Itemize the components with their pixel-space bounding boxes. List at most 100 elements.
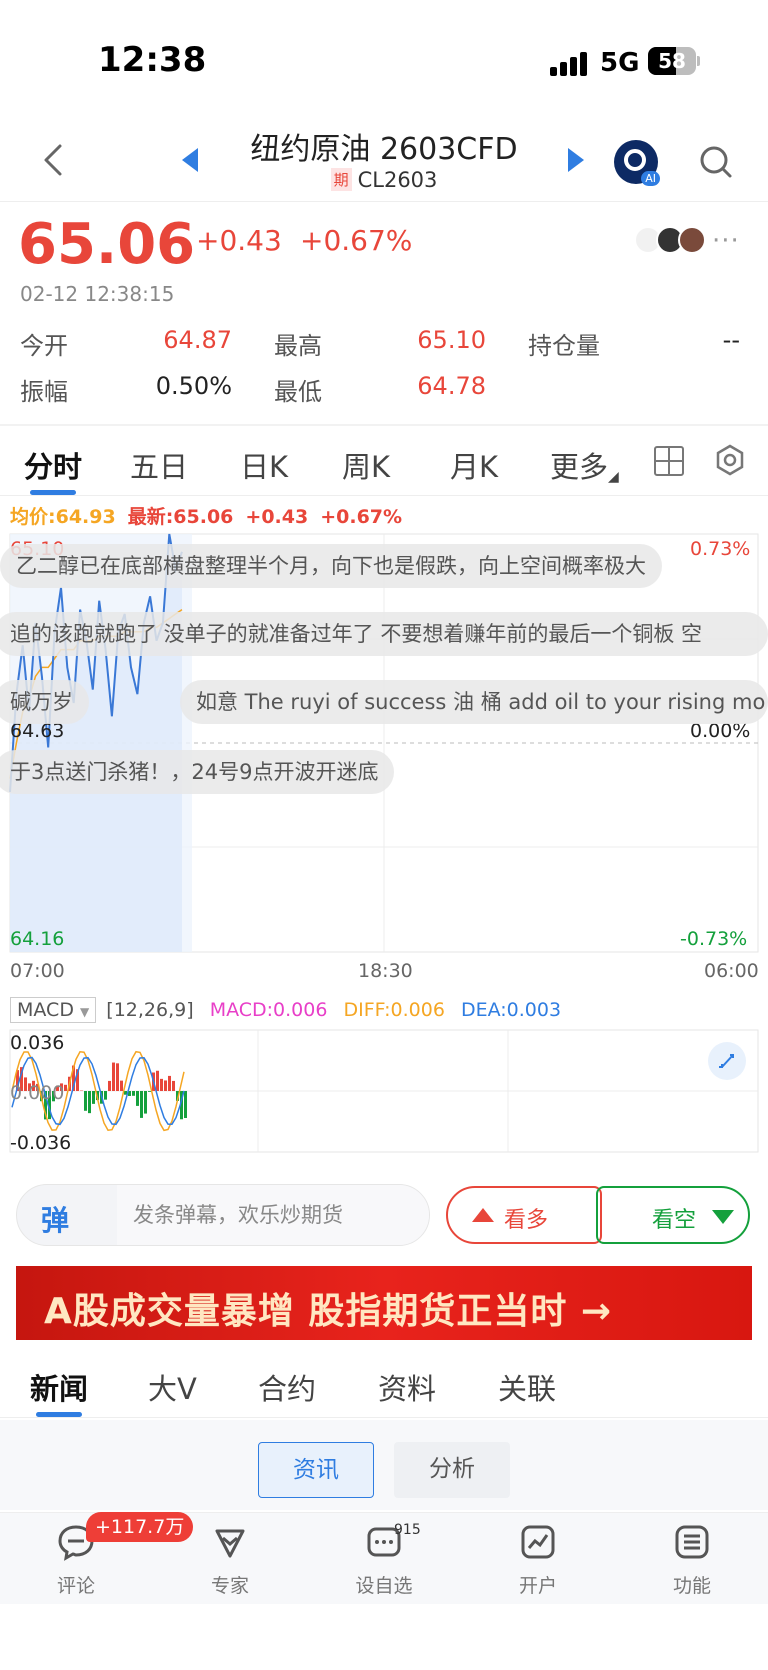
ai-assistant-button[interactable]: AI bbox=[614, 140, 660, 186]
indicator-name: MACD bbox=[17, 999, 74, 1021]
down-arrow-icon bbox=[712, 1210, 734, 1224]
danmu-bubble[interactable]: 于3点送门杀猪！，24号9点开波开迷底 bbox=[0, 750, 395, 794]
next-contract-icon[interactable] bbox=[568, 148, 584, 172]
expand-chart-button[interactable] bbox=[708, 1042, 746, 1080]
legend-change-pct: +0.67% bbox=[320, 506, 403, 528]
tab-big-v[interactable]: 大V bbox=[148, 1366, 197, 1408]
tab-more[interactable]: 更多◢ bbox=[550, 444, 619, 486]
danmu-placeholder: 发条弹幕，欢乐炒期货 bbox=[117, 1185, 429, 1245]
layout-grid-icon[interactable] bbox=[654, 446, 684, 476]
futures-badge: 期 bbox=[330, 168, 352, 191]
prev-contract-icon[interactable] bbox=[182, 148, 198, 172]
x-axis-start: 07:00 bbox=[10, 960, 65, 982]
tab-related[interactable]: 关联 bbox=[498, 1366, 556, 1408]
search-icon[interactable] bbox=[696, 142, 736, 182]
nav-add-watchlist-label: 设自选 bbox=[355, 1575, 413, 1597]
watchlist-count-badge: 915 bbox=[394, 1522, 421, 1538]
macd-bar bbox=[92, 1091, 95, 1104]
macd-bar bbox=[64, 1084, 67, 1091]
bullish-button[interactable]: 看多 bbox=[446, 1186, 602, 1244]
macd-bar bbox=[120, 1080, 123, 1091]
sub-tab-area: 资讯 分析 bbox=[0, 1420, 768, 1510]
status-bar: 12:38 5G 58 bbox=[0, 0, 768, 120]
dropdown-icon: ▼ bbox=[80, 1005, 90, 1019]
pct-axis-top: 0.73% bbox=[690, 538, 751, 560]
legend-latest-price: 最新:65.06 bbox=[127, 506, 234, 528]
bearish-button[interactable]: 看空 bbox=[596, 1186, 750, 1244]
tab-monthly-k[interactable]: 月K bbox=[450, 444, 498, 486]
tab-more-label: 更多 bbox=[550, 450, 609, 484]
stat-value-low: 64.78 bbox=[417, 372, 486, 400]
promo-banner[interactable]: A股成交量暴增 股指期货正当时 → bbox=[16, 1266, 752, 1340]
expert-icon bbox=[215, 1529, 245, 1558]
stat-value-open: 64.87 bbox=[163, 326, 232, 354]
subtab-news[interactable]: 资讯 bbox=[258, 1442, 374, 1498]
price-change-pct: +0.67% bbox=[300, 224, 413, 257]
bullish-label: 看多 bbox=[504, 1208, 549, 1233]
macd-bar bbox=[160, 1078, 163, 1091]
battery-icon: 58 bbox=[648, 47, 696, 75]
dea-value: DEA:0.003 bbox=[460, 999, 562, 1021]
menu-icon bbox=[675, 1525, 709, 1559]
nav-open-account[interactable]: 开户 bbox=[478, 1513, 598, 1605]
diff-value: DIFF:0.006 bbox=[343, 999, 445, 1021]
stat-value-high: 65.10 bbox=[417, 326, 486, 354]
chart-tabs: 分时 五日 日K 周K 月K 更多◢ bbox=[0, 428, 768, 496]
tab-news[interactable]: 新闻 bbox=[30, 1366, 88, 1408]
tab-info[interactable]: 资料 bbox=[378, 1366, 436, 1408]
network-type: 5G bbox=[600, 48, 640, 78]
danmu-input[interactable]: 弹 发条弹幕，欢乐炒期货 bbox=[16, 1184, 430, 1246]
tab-intraday[interactable]: 分时 bbox=[24, 444, 82, 486]
battery-level: 58 bbox=[658, 49, 686, 73]
quote-timestamp: 02-12 12:38:15 bbox=[20, 282, 175, 306]
tab-five-day[interactable]: 五日 bbox=[130, 444, 188, 486]
legend-change: +0.43 bbox=[245, 506, 309, 528]
stat-value-open-interest: -- bbox=[722, 326, 740, 354]
y-axis-bottom: 64.16 bbox=[10, 928, 65, 950]
up-arrow-icon bbox=[472, 1208, 494, 1222]
macd-value: MACD:0.006 bbox=[209, 999, 328, 1021]
stat-label-low: 最低 bbox=[274, 378, 322, 406]
macd-bar bbox=[164, 1080, 167, 1091]
more-icon[interactable]: ··· bbox=[712, 226, 740, 256]
macd-bar bbox=[184, 1091, 187, 1119]
tab-contract[interactable]: 合约 bbox=[258, 1366, 316, 1408]
macd-bar bbox=[172, 1080, 175, 1091]
stat-label-high: 最高 bbox=[274, 332, 322, 360]
chart-legend: 均价:64.93 最新:65.06 +0.43 +0.67% bbox=[10, 502, 414, 529]
macd-bar bbox=[136, 1091, 139, 1106]
nav-functions-label: 功能 bbox=[672, 1575, 711, 1597]
tab-underline bbox=[30, 490, 76, 495]
indicator-select[interactable]: MACD ▼ bbox=[10, 997, 97, 1023]
danmu-bubble[interactable]: 乙二醇已在底部横盘整理半个月，向下也是假跌，向上空间概率极大 bbox=[0, 544, 662, 588]
danmu-bubble[interactable]: 碱万岁 bbox=[0, 680, 89, 724]
stat-label-open-interest: 持仓量 bbox=[528, 332, 600, 360]
tab-daily-k[interactable]: 日K bbox=[240, 444, 288, 486]
comment-count-badge: +117.7万 bbox=[86, 1512, 194, 1542]
macd-bar bbox=[88, 1091, 91, 1114]
macd-bar bbox=[140, 1091, 143, 1118]
last-price: 65.06 bbox=[18, 212, 196, 277]
open-account-icon bbox=[521, 1525, 555, 1559]
macd-header: MACD ▼ [12,26,9] MACD:0.006 DIFF:0.006 D… bbox=[10, 997, 561, 1023]
tab-weekly-k[interactable]: 周K bbox=[342, 444, 390, 486]
settings-icon[interactable] bbox=[714, 444, 746, 476]
back-icon[interactable] bbox=[38, 140, 68, 180]
danmu-bubble[interactable]: 追的该跑就跑了 没单子的就准备过年了 不要想着赚年前的最后一个铜板 空 bbox=[0, 612, 768, 656]
danmu-bubble[interactable]: 如意 The ruyi of success 油 桶 add oil to yo… bbox=[180, 680, 768, 724]
nav-add-watchlist[interactable]: 设自选 bbox=[324, 1513, 444, 1605]
news-tab-underline bbox=[36, 1412, 82, 1417]
macd-y-bottom: -0.036 bbox=[10, 1132, 72, 1154]
nav-functions[interactable]: 功能 bbox=[632, 1513, 752, 1605]
macd-y-mid: 0.000 bbox=[10, 1082, 65, 1104]
user-avatars[interactable] bbox=[634, 226, 708, 256]
nav-expert-label: 专家 bbox=[210, 1575, 249, 1597]
section-divider bbox=[0, 424, 768, 426]
macd-bar bbox=[104, 1091, 107, 1100]
signal-icon bbox=[550, 50, 590, 76]
contract-title: 纽约原油 2603CFD bbox=[250, 132, 518, 167]
subtab-analysis[interactable]: 分析 bbox=[394, 1442, 510, 1498]
macd-bar bbox=[108, 1080, 111, 1091]
macd-bar bbox=[148, 1091, 151, 1092]
stat-value-amplitude: 0.50% bbox=[155, 372, 232, 400]
